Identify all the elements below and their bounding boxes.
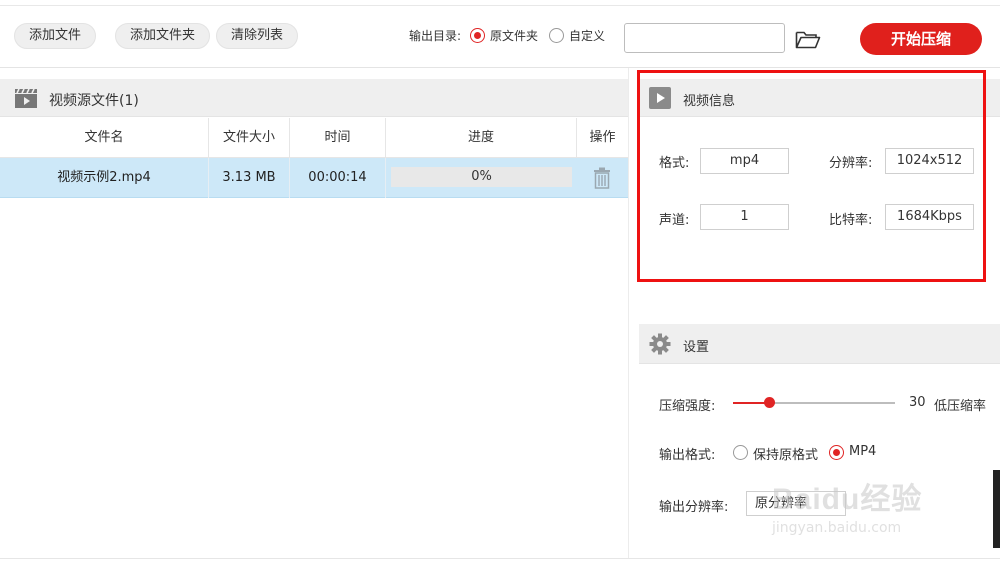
radio-source-folder[interactable] (470, 28, 485, 43)
column-progress: 进度 (386, 118, 577, 158)
radio-custom-label[interactable]: 自定义 (569, 27, 605, 44)
radio-keep-format[interactable] (733, 445, 748, 460)
output-path-input[interactable] (624, 23, 785, 53)
row-duration: 00:00:14 (290, 158, 386, 198)
toolbar: 添加文件 添加文件夹 清除列表 输出目录: 原文件夹 自定义 开始压缩 (0, 6, 1000, 68)
compress-strength-desc: 低压缩率 (934, 399, 987, 414)
row-filename: 视频示例2.mp4 (0, 158, 209, 198)
column-filename: 文件名 (0, 118, 209, 158)
open-folder-icon[interactable] (795, 29, 821, 49)
source-panel-title: 视频源文件(1) (49, 93, 139, 109)
start-compress-button[interactable]: 开始压缩 (860, 23, 982, 55)
compress-strength-slider[interactable] (733, 402, 895, 404)
radio-custom[interactable] (549, 28, 564, 43)
radio-source-folder-label[interactable]: 原文件夹 (490, 27, 538, 44)
bottom-border (0, 558, 1000, 559)
highlight-box (637, 70, 986, 282)
output-dir-label: 输出目录: (409, 29, 462, 43)
trash-icon[interactable] (593, 167, 611, 189)
watermark-brand: Baidu经验 (772, 483, 923, 516)
progress-text: 0% (471, 169, 492, 184)
file-table-header: 文件名 文件大小 时间 进度 操作 (0, 118, 628, 158)
add-folder-button[interactable]: 添加文件夹 (115, 23, 211, 49)
clear-list-button[interactable]: 清除列表 (216, 23, 299, 49)
settings-header: 设置 (639, 324, 1000, 364)
panel-divider (628, 68, 629, 558)
radio-mp4[interactable] (829, 445, 844, 460)
scrollbar[interactable] (993, 470, 1000, 548)
column-filesize: 文件大小 (209, 118, 290, 158)
add-file-button[interactable]: 添加文件 (14, 23, 97, 49)
radio-mp4-label[interactable]: MP4 (849, 444, 876, 459)
compress-strength-value: 30 (909, 395, 926, 410)
settings-title: 设置 (683, 340, 710, 355)
column-action: 操作 (589, 130, 616, 145)
compress-strength-label: 压缩强度: (659, 399, 716, 414)
baidu-watermark: Baidu经验 jingyan.baidu.com (772, 472, 962, 542)
column-time: 时间 (290, 118, 386, 158)
output-format-label: 输出格式: (659, 448, 716, 463)
progress-bar: 0% (391, 167, 572, 187)
watermark-url: jingyan.baidu.com (772, 520, 902, 536)
gear-icon (649, 333, 671, 355)
output-resolution-label: 输出分辨率: (659, 500, 729, 515)
table-row[interactable]: 视频示例2.mp4 3.13 MB 00:00:14 0% (0, 158, 628, 198)
radio-keep-format-label[interactable]: 保持原格式 (753, 444, 818, 463)
row-filesize: 3.13 MB (209, 158, 290, 198)
clapperboard-icon (15, 88, 37, 108)
source-panel-header: 视频源文件(1) (0, 79, 628, 117)
slider-handle[interactable] (763, 397, 775, 408)
